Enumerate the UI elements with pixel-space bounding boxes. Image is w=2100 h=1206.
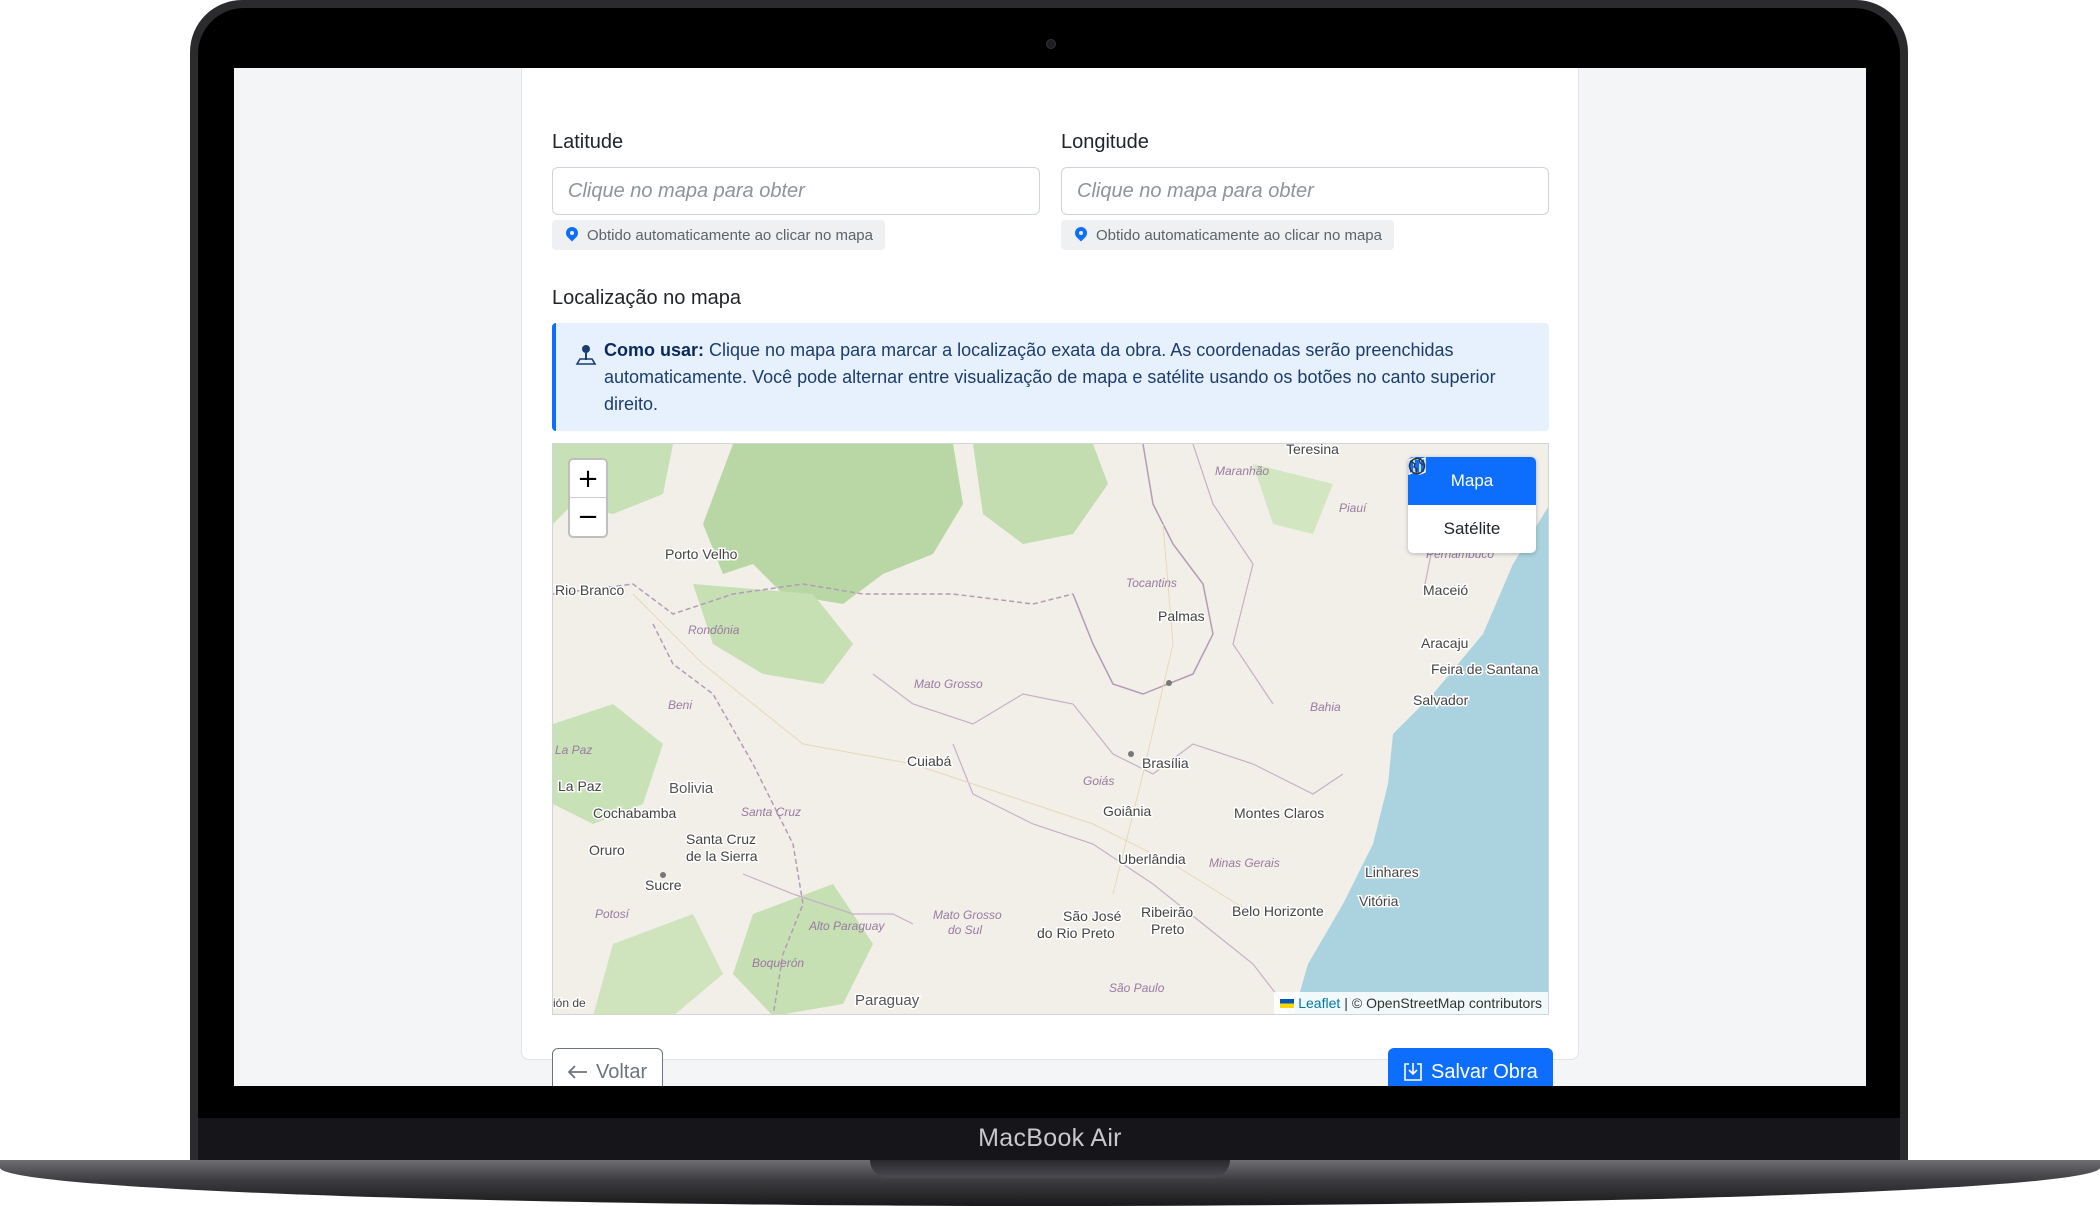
zoom-in-button[interactable]: +: [570, 460, 606, 498]
label-maranhao: Maranhão: [1215, 464, 1269, 478]
satellite-layer-button[interactable]: Satélite: [1408, 457, 1536, 553]
label-ribeirao: Ribeirão: [1141, 904, 1193, 920]
map-attribution: Leaflet | © OpenStreetMap contributors: [1274, 992, 1548, 1014]
person-pin-icon: [575, 345, 597, 365]
layer-switcher: Mapa Satélite: [1408, 457, 1536, 553]
info-alert: Como usar: Clique no mapa para marcar a …: [552, 323, 1549, 431]
label-tocantins: Tocantins: [1126, 576, 1177, 590]
zoom-control: + −: [568, 458, 608, 538]
label-do-rio-preto: do Rio Preto: [1037, 925, 1115, 941]
back-button[interactable]: Voltar: [552, 1048, 664, 1086]
longitude-label: Longitude: [1061, 131, 1149, 153]
longitude-hint-text: Obtido automaticamente ao clicar no mapa: [1096, 226, 1382, 244]
latitude-input[interactable]: [552, 167, 1040, 215]
osm-attribution: © OpenStreetMap contributors: [1351, 995, 1542, 1011]
label-uberlandia: Uberlândia: [1118, 851, 1186, 867]
label-la-paz: La Paz: [558, 778, 602, 794]
attribution-separator: |: [1344, 995, 1348, 1011]
label-sao-paulo: São Paulo: [1109, 981, 1165, 995]
globe-icon: [1408, 457, 1426, 475]
map-section-title: Localização no mapa: [552, 287, 742, 309]
longitude-input[interactable]: [1061, 167, 1549, 215]
map-layer-button[interactable]: Mapa: [1408, 457, 1536, 505]
border-line: [952, 743, 1293, 1014]
label-potosi: Potosí: [595, 907, 631, 921]
location-pin-icon: [566, 227, 578, 243]
city-dot: [1166, 680, 1172, 686]
latitude-hint-text: Obtido automaticamente ao clicar no mapa: [587, 226, 873, 244]
label-minas-gerais: Minas Gerais: [1209, 856, 1280, 870]
label-mato-grosso-do-sul: Mato Grosso: [933, 908, 1002, 922]
map-tiles[interactable]: Teresina Porto Velho Rio Branco Palmas M…: [553, 444, 1549, 1015]
label-rio-branco: Rio Branco: [555, 582, 624, 598]
label-bolivia: Bolivia: [669, 780, 714, 797]
label-goiania: Goiânia: [1103, 803, 1151, 819]
save-icon: [1404, 1063, 1422, 1081]
camera: [1046, 39, 1056, 49]
latitude-label: Latitude: [552, 131, 624, 153]
label-belo-horizonte: Belo Horizonte: [1232, 903, 1324, 919]
forest-area: [593, 914, 723, 1014]
hinge-notch: [870, 1160, 1230, 1178]
label-palmas: Palmas: [1158, 608, 1205, 624]
label-oruro: Oruro: [589, 842, 625, 858]
label-vitoria: Vitória: [1359, 893, 1399, 909]
label-rondonia: Rondônia: [688, 623, 740, 637]
arrow-left-icon: [568, 1065, 587, 1079]
map[interactable]: Teresina Porto Velho Rio Branco Palmas M…: [552, 443, 1549, 1015]
label-sao-jose: São José: [1063, 908, 1122, 924]
location-pin-icon: [1075, 227, 1087, 243]
forest-area: [703, 444, 963, 604]
label-mato-grosso-do-sul-2: do Sul: [948, 923, 982, 937]
form-card: Latitude Obtido automaticamente ao clica…: [521, 68, 1579, 1086]
label-preto: Preto: [1151, 921, 1185, 937]
label-feira-de-santana: Feira de Santana: [1431, 661, 1539, 677]
map-layer-label: Mapa: [1450, 471, 1494, 490]
label-de-la-sierra: de la Sierra: [686, 848, 758, 864]
label-boqueron: Boquerón: [752, 956, 804, 970]
info-text: Como usar: Clique no mapa para marcar a …: [604, 337, 1524, 418]
leaflet-link[interactable]: Leaflet: [1298, 995, 1340, 1011]
label-cuiaba: Cuiabá: [907, 753, 952, 769]
satellite-layer-label: Satélite: [1443, 519, 1501, 538]
forest-area: [973, 444, 1108, 544]
ukraine-flag-icon: [1280, 998, 1295, 1008]
label-brasilia: Brasília: [1142, 755, 1189, 771]
info-body: Clique no mapa para marcar a localização…: [604, 340, 1496, 414]
forest-area: [733, 884, 873, 1014]
longitude-hint: Obtido automaticamente ao clicar no mapa: [1061, 220, 1394, 250]
device-label: MacBook Air: [978, 1124, 1122, 1152]
label-beni: Beni: [668, 698, 692, 712]
city-dot: [1128, 751, 1134, 757]
screen: Latitude Obtido automaticamente ao clica…: [234, 68, 1866, 1086]
label-cut: ión de: [553, 996, 586, 1010]
label-la-paz-region: La Paz: [555, 743, 592, 757]
ocean: [1293, 507, 1548, 1014]
label-piaui: Piauí: [1339, 501, 1368, 515]
label-maceio: Maceió: [1423, 582, 1468, 598]
label-teresina: Teresina: [1286, 444, 1339, 457]
label-alto-paraguay: Alto Paraguay: [808, 919, 885, 933]
save-button-label: Salvar Obra: [1431, 1060, 1538, 1083]
info-lead: Como usar:: [604, 340, 705, 360]
label-goias: Goiás: [1083, 774, 1114, 788]
label-santa-cruz-region: Santa Cruz: [741, 805, 801, 819]
label-santa-cruz: Santa Cruz: [686, 831, 756, 847]
label-montes-claros: Montes Claros: [1234, 805, 1324, 821]
label-sucre: Sucre: [645, 877, 682, 893]
label-bahia: Bahia: [1310, 700, 1341, 714]
zoom-out-button[interactable]: −: [570, 498, 606, 536]
latitude-hint: Obtido automaticamente ao clicar no mapa: [552, 220, 885, 250]
label-salvador: Salvador: [1413, 692, 1469, 708]
save-button[interactable]: Salvar Obra: [1388, 1048, 1553, 1086]
label-paraguay: Paraguay: [855, 992, 920, 1009]
label-aracaju: Aracaju: [1421, 635, 1468, 651]
label-linhares: Linhares: [1365, 864, 1419, 880]
label-cochabamba: Cochabamba: [593, 805, 676, 821]
label-porto-velho: Porto Velho: [665, 546, 738, 562]
label-mato-grosso: Mato Grosso: [914, 677, 983, 691]
back-button-label: Voltar: [596, 1060, 648, 1083]
